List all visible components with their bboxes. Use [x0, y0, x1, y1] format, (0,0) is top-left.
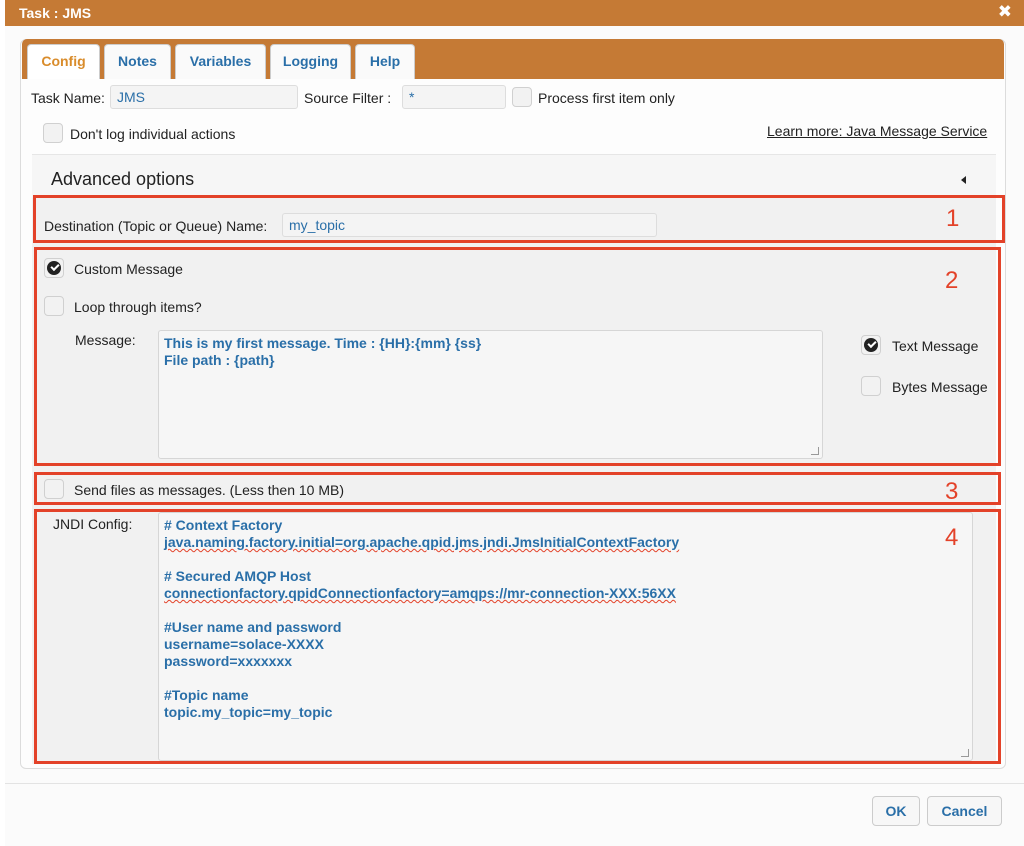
jndi-line: connectionfactory.qpidConnectionfactory=… [164, 585, 676, 601]
ok-button[interactable]: OK [872, 796, 920, 826]
loop-items-checkbox[interactable] [44, 296, 64, 316]
jndi-line: java.naming.factory.initial=org.apache.q… [164, 534, 680, 550]
custom-message-label: Custom Message [74, 261, 183, 277]
task-name-input[interactable]: JMS [110, 85, 298, 109]
collapse-arrow-icon[interactable] [961, 176, 966, 184]
jndi-config-label: JNDI Config: [53, 516, 133, 532]
jndi-line: #Topic name [164, 687, 249, 703]
tab-help[interactable]: Help [355, 44, 415, 79]
jndi-line: #User name and password [164, 619, 342, 635]
message-textarea[interactable]: This is my first message. Time : {HH}:{m… [158, 330, 823, 459]
bytes-message-radio[interactable] [861, 376, 881, 396]
process-first-checkbox[interactable] [512, 87, 532, 107]
annotation-number-2: 2 [945, 267, 959, 294]
source-filter-label: Source Filter : [304, 90, 392, 106]
send-files-checkbox[interactable] [44, 479, 64, 499]
cancel-button[interactable]: Cancel [927, 796, 1002, 826]
tab-config[interactable]: Config [27, 44, 100, 79]
annotation-number-3: 3 [945, 478, 959, 505]
process-first-label: Process first item only [538, 90, 675, 106]
resize-handle-icon[interactable] [811, 447, 819, 455]
jndi-line: username=solace-XXXX [164, 636, 324, 652]
advanced-options-header[interactable]: Advanced options [32, 154, 996, 198]
jndi-line [164, 551, 967, 568]
bytes-message-label: Bytes Message [892, 379, 988, 395]
jndi-line: # Secured AMQP Host [164, 568, 312, 584]
tab-variables[interactable]: Variables [175, 44, 266, 79]
destination-input[interactable]: my_topic [282, 213, 657, 237]
jndi-line: topic.my_topic=my_topic [164, 704, 333, 720]
resize-handle-icon[interactable] [961, 749, 969, 757]
text-message-radio[interactable] [861, 335, 881, 355]
dont-log-checkbox[interactable] [43, 123, 63, 143]
message-line: File path : {path} [164, 352, 275, 368]
loop-items-label: Loop through items? [74, 299, 202, 315]
jndi-line [164, 670, 967, 687]
send-files-label: Send files as messages. (Less then 10 MB… [74, 482, 345, 498]
advanced-options-title: Advanced options [51, 169, 195, 189]
task-name-label: Task Name: [31, 90, 105, 106]
footer-divider [5, 783, 1024, 784]
text-message-label: Text Message [892, 338, 979, 354]
dont-log-label: Don't log individual actions [70, 126, 236, 142]
jndi-line: password=xxxxxxx [164, 653, 293, 669]
dialog-title: Task : JMS [19, 5, 92, 21]
annotation-number-1: 1 [946, 205, 960, 232]
annotation-number-4: 4 [945, 524, 959, 551]
jndi-line [164, 602, 967, 619]
learn-more-link[interactable]: Learn more: Java Message Service [767, 123, 987, 139]
message-label: Message: [75, 332, 136, 348]
source-filter-input[interactable]: * [402, 85, 506, 109]
tab-notes[interactable]: Notes [104, 44, 171, 79]
destination-label: Destination (Topic or Queue) Name: [44, 218, 268, 234]
message-line: This is my first message. Time : {HH}:{m… [164, 335, 482, 351]
custom-message-checkbox[interactable] [44, 258, 64, 278]
tab-logging[interactable]: Logging [270, 44, 351, 79]
close-icon[interactable]: ✖ [998, 2, 1012, 22]
jndi-line: # Context Factory [164, 517, 283, 533]
jndi-config-textarea[interactable]: # Context Factory java.naming.factory.ini… [158, 512, 973, 761]
dialog-title-bar: Task : JMS ✖ [5, 0, 1024, 26]
